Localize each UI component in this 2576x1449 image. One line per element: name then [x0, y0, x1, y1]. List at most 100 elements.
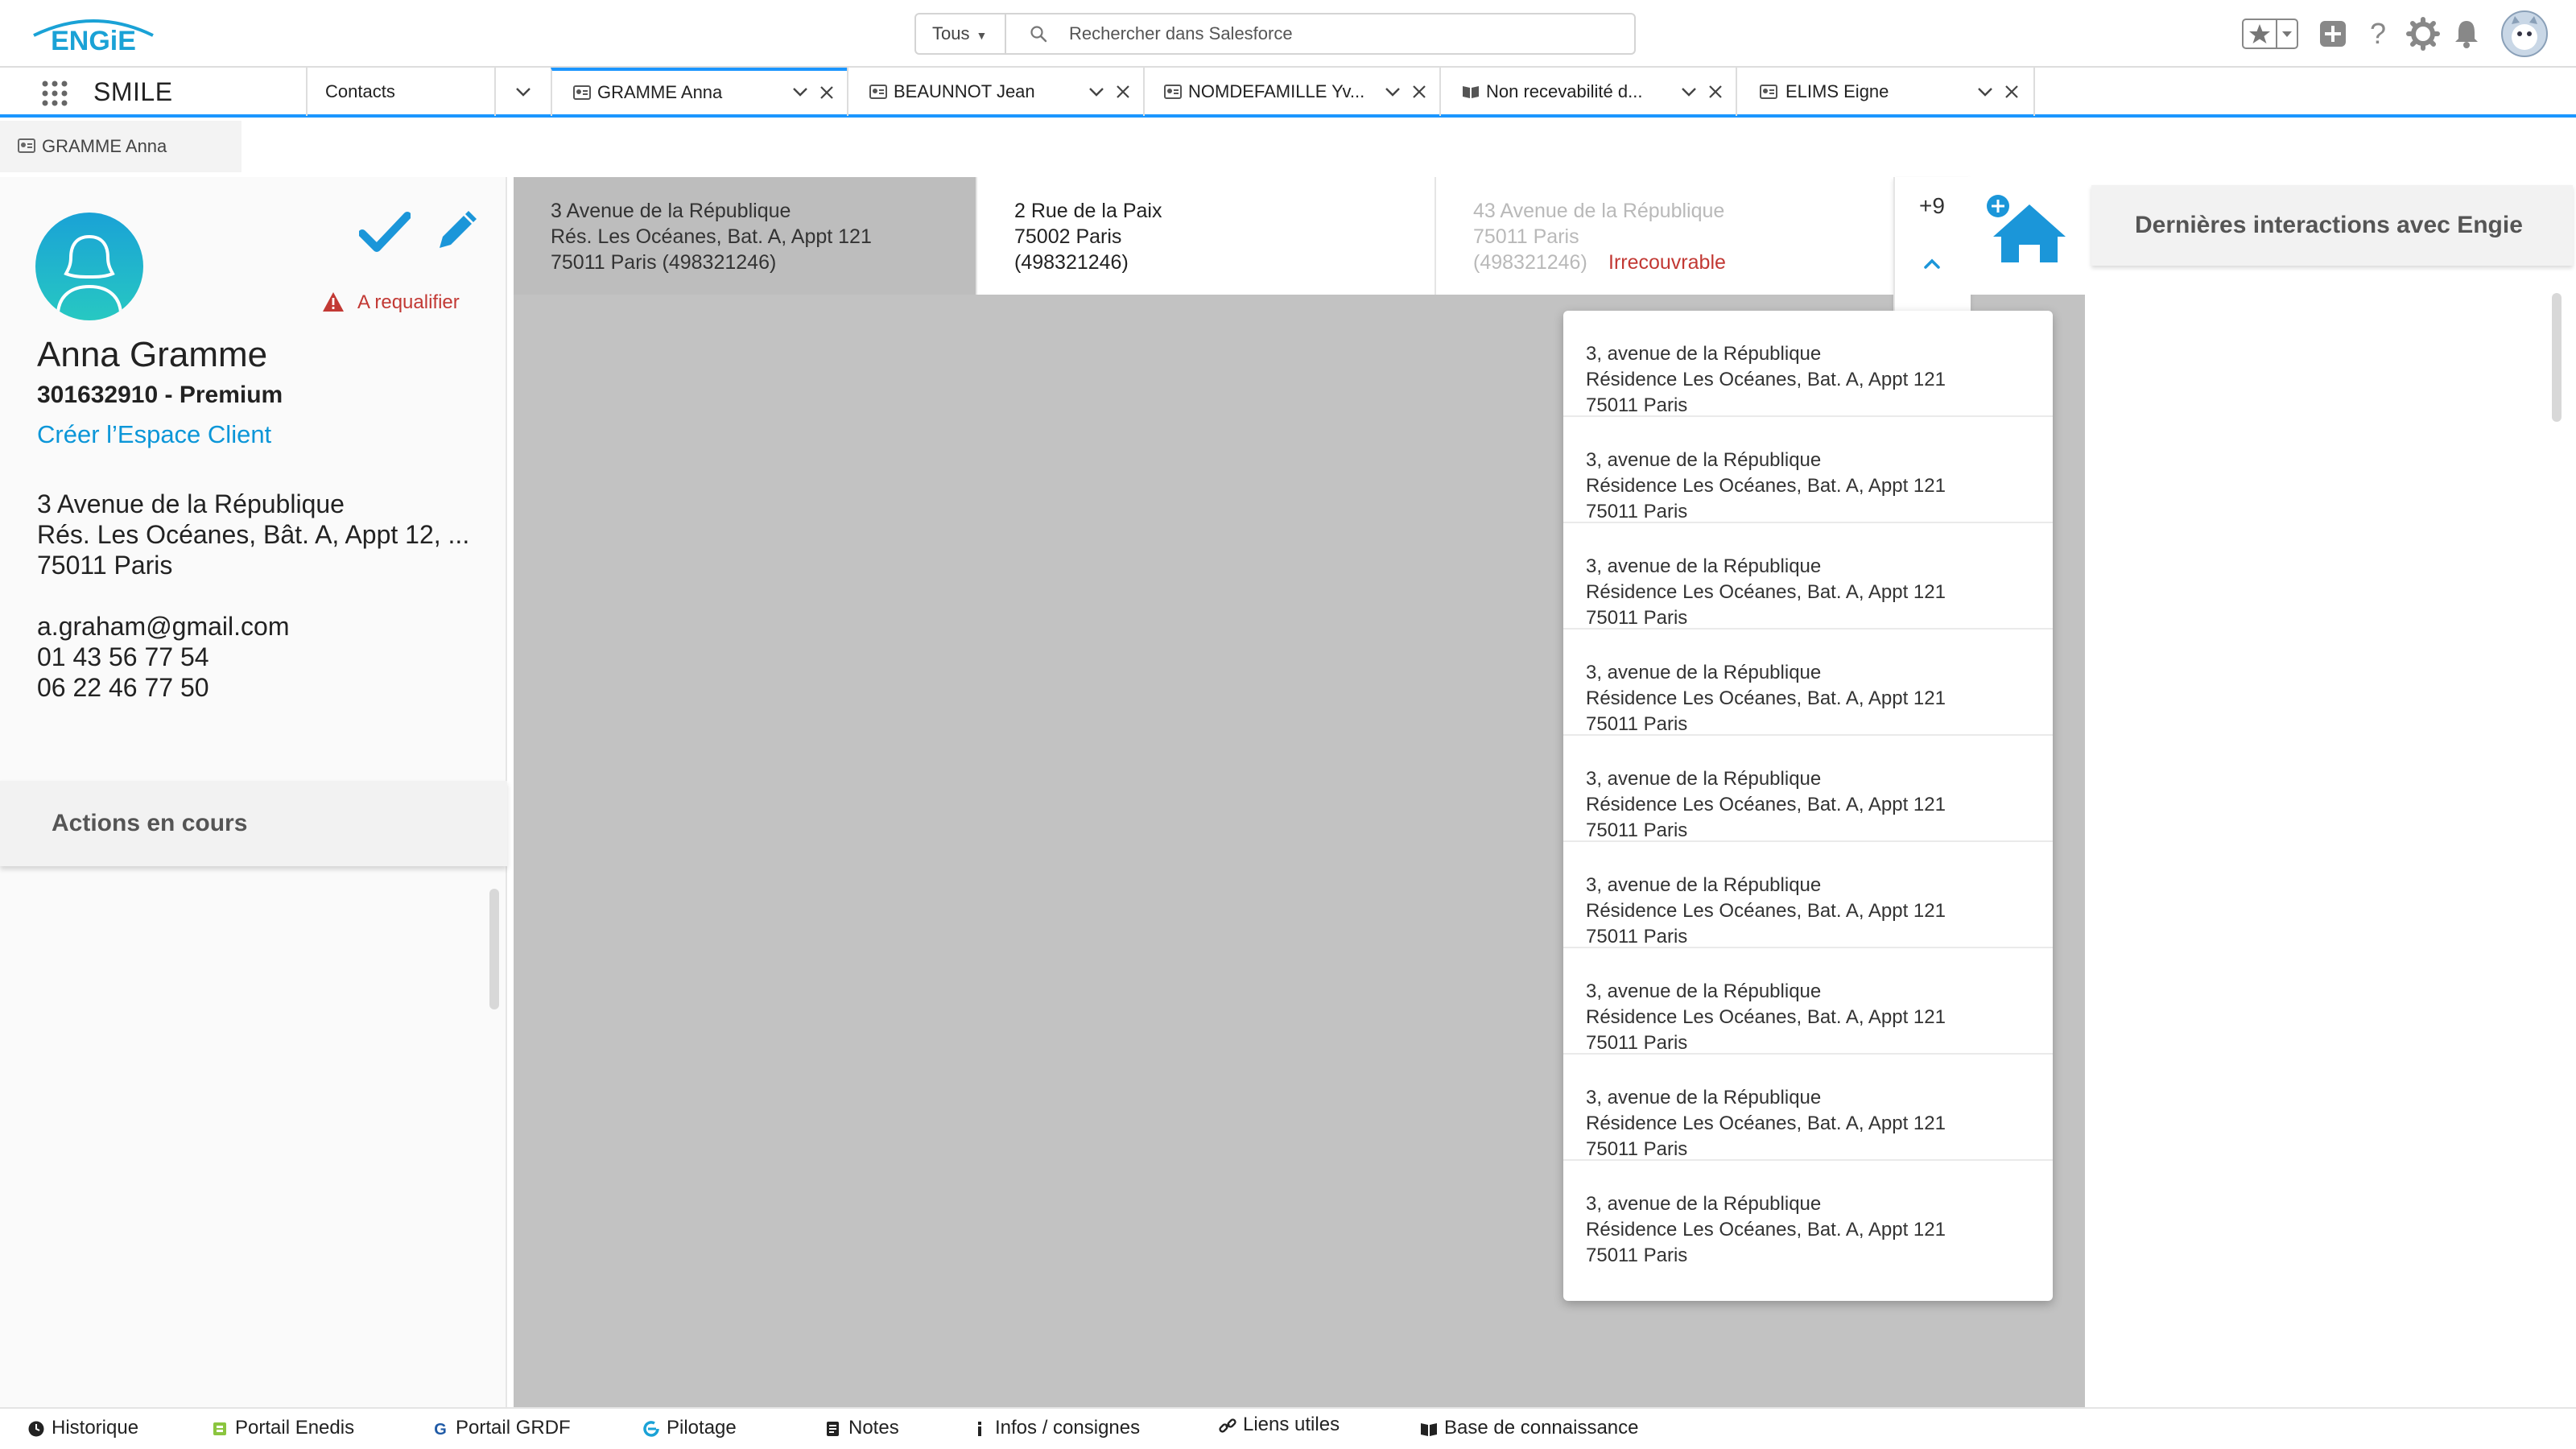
address-option[interactable]: 3, avenue de la République Résidence Les … — [1563, 311, 2053, 417]
grdf-icon: G — [434, 1421, 447, 1438]
address-line: (498321246) — [1014, 251, 1129, 274]
option-line: Résidence Les Océanes, Bat. A, Appt 121 — [1586, 1113, 1946, 1134]
utility-label: Liens utiles — [1243, 1414, 1340, 1435]
clock-icon — [28, 1421, 44, 1437]
edit-pencil-icon[interactable] — [433, 209, 478, 254]
utility-label: Portail Enedis — [235, 1417, 355, 1439]
global-create-icon[interactable] — [2314, 14, 2352, 53]
contact-address-line: 75011 Paris — [37, 551, 173, 580]
chevron-down-icon[interactable] — [791, 82, 810, 101]
option-line: Résidence Les Océanes, Bat. A, Appt 121 — [1586, 687, 1946, 709]
check-icon[interactable] — [359, 209, 411, 254]
utility-portail-grdf[interactable]: G Portail GRDF — [431, 1414, 592, 1443]
address-option[interactable]: 3, avenue de la République Résidence Les … — [1563, 736, 2053, 842]
help-icon[interactable]: ? — [2359, 14, 2397, 53]
tab-label: GRAMME Anna — [597, 82, 723, 102]
chevron-up-icon[interactable] — [1919, 251, 1945, 277]
person-icon — [56, 234, 122, 313]
contact-email[interactable]: a.graham@gmail.com — [37, 612, 289, 642]
close-icon[interactable] — [1412, 85, 1426, 99]
utility-notes[interactable]: Notes — [824, 1414, 937, 1443]
tab-beaunnot-jean[interactable]: BEAUNNOT Jean — [847, 68, 1143, 116]
create-customer-space-link[interactable]: Créer l’Espace Client — [37, 420, 271, 449]
utility-base-de-connaissance[interactable]: Base de connaissance — [1420, 1414, 1678, 1443]
address-option[interactable]: 3, avenue de la République Résidence Les … — [1563, 417, 2053, 523]
address-option[interactable]: 3, avenue de la République Résidence Les … — [1563, 523, 2053, 630]
address-line: 75011 Paris — [1473, 225, 1579, 248]
address-card-disabled[interactable]: 43 Avenue de la République 75011 Paris (… — [1435, 177, 1893, 295]
search-input[interactable] — [1069, 14, 1616, 53]
scrollbar[interactable] — [2552, 293, 2562, 422]
close-icon[interactable] — [1708, 85, 1723, 99]
user-avatar[interactable] — [2500, 10, 2549, 58]
option-line: Résidence Les Océanes, Bat. A, Appt 121 — [1586, 369, 1946, 390]
latest-interactions-header[interactable]: Dernières interactions avec Engie — [2091, 185, 2573, 266]
address-card[interactable]: 2 Rue de la Paix 75002 Paris (498321246) — [976, 177, 1435, 295]
address-option[interactable]: 3, avenue de la République Résidence Les … — [1563, 842, 2053, 948]
close-icon[interactable] — [1116, 85, 1130, 99]
notification-bell-icon[interactable] — [2447, 14, 2486, 53]
engie-logo[interactable]: ENGiE — [29, 11, 158, 56]
tab-nomdefamille[interactable]: NOMDEFAMILLE Yv... — [1143, 68, 1439, 116]
tab-divider — [494, 68, 496, 116]
search-scope-dropdown[interactable]: Tous ▼ — [916, 14, 1006, 53]
utility-label: Notes — [848, 1417, 899, 1439]
close-icon[interactable] — [2004, 85, 2019, 99]
subtab-gramme-anna[interactable]: GRAMME Anna — [0, 121, 242, 172]
contact-phone[interactable]: 01 43 56 77 54 — [37, 642, 209, 672]
address-line: 2 Rue de la Paix — [1014, 200, 1162, 222]
tab-elims-eigne[interactable]: ELIMS Eigne — [1736, 68, 2035, 116]
chevron-down-icon[interactable] — [1383, 82, 1402, 101]
book-icon — [1421, 1423, 1437, 1436]
option-line: Résidence Les Océanes, Bat. A, Appt 121 — [1586, 794, 1946, 815]
nav-item-contacts[interactable]: Contacts — [306, 68, 551, 116]
scrollbar[interactable] — [489, 889, 499, 1009]
chevron-down-icon[interactable] — [1087, 82, 1106, 101]
info-icon — [978, 1422, 981, 1436]
chevron-down-icon[interactable] — [1679, 82, 1699, 101]
option-line: Résidence Les Océanes, Bat. A, Appt 121 — [1586, 1219, 1946, 1241]
app-name: SMILE — [93, 77, 173, 106]
chevron-down-icon[interactable] — [1975, 82, 1995, 101]
link-icon — [1219, 1418, 1236, 1433]
global-search: Tous ▼ — [914, 13, 1636, 55]
utility-label: Pilotage — [667, 1417, 737, 1439]
add-home-icon[interactable] — [1985, 193, 2074, 266]
option-line: 3, avenue de la République — [1586, 449, 1822, 471]
utility-label: Portail GRDF — [456, 1417, 571, 1439]
option-line: 75011 Paris — [1586, 819, 1688, 841]
tab-gramme-anna[interactable]: GRAMME Anna — [551, 68, 847, 116]
tab-label: BEAUNNOT Jean — [894, 81, 1035, 101]
address-option[interactable]: 3, avenue de la République Résidence Les … — [1563, 1055, 2053, 1161]
warning-icon — [323, 292, 344, 312]
option-line: 3, avenue de la République — [1586, 343, 1822, 365]
logo-text: ENGiE — [51, 26, 136, 56]
favorites-icon[interactable] — [2241, 14, 2299, 53]
contact-mobile[interactable]: 06 22 46 77 50 — [37, 673, 209, 703]
option-line: Résidence Les Océanes, Bat. A, Appt 121 — [1586, 581, 1946, 603]
contact-address-line: 3 Avenue de la République — [37, 489, 345, 518]
address-card-selected[interactable]: 3 Avenue de la République Rés. Les Océan… — [514, 177, 976, 295]
utility-historique[interactable]: Historique — [27, 1414, 156, 1443]
chevron-down-icon[interactable] — [514, 82, 533, 101]
option-line: 75011 Paris — [1586, 501, 1688, 522]
utility-pilotage[interactable]: Pilotage — [642, 1414, 779, 1443]
app-launcher-icon[interactable] — [40, 79, 69, 108]
option-line: 3, avenue de la République — [1586, 1087, 1822, 1108]
address-option[interactable]: 3, avenue de la République Résidence Les … — [1563, 948, 2053, 1055]
utility-infos-consignes[interactable]: Infos / consignes — [971, 1414, 1164, 1443]
option-line: 3, avenue de la République — [1586, 980, 1822, 1002]
contact-card-icon — [573, 85, 591, 100]
utility-liens-utiles[interactable]: Liens utiles — [1219, 1410, 1380, 1439]
utility-label: Infos / consignes — [995, 1417, 1141, 1439]
console-tab-bar: SMILE Contacts GRAMME Anna BEAUNNOT Jean… — [0, 68, 2576, 118]
actions-in-progress-header[interactable]: Actions en cours — [0, 781, 507, 866]
utility-portail-enedis[interactable]: Portail Enedis — [211, 1414, 372, 1443]
contact-name: Anna Gramme — [37, 335, 268, 374]
address-option[interactable]: 3, avenue de la République Résidence Les … — [1563, 1161, 2053, 1267]
address-option[interactable]: 3, avenue de la République Résidence Les … — [1563, 630, 2053, 736]
close-icon[interactable] — [819, 85, 834, 100]
tab-non-recevabilite[interactable]: Non recevabilité d... — [1439, 68, 1736, 116]
search-scope-label: Tous — [932, 23, 970, 43]
gear-icon[interactable] — [2404, 14, 2442, 53]
